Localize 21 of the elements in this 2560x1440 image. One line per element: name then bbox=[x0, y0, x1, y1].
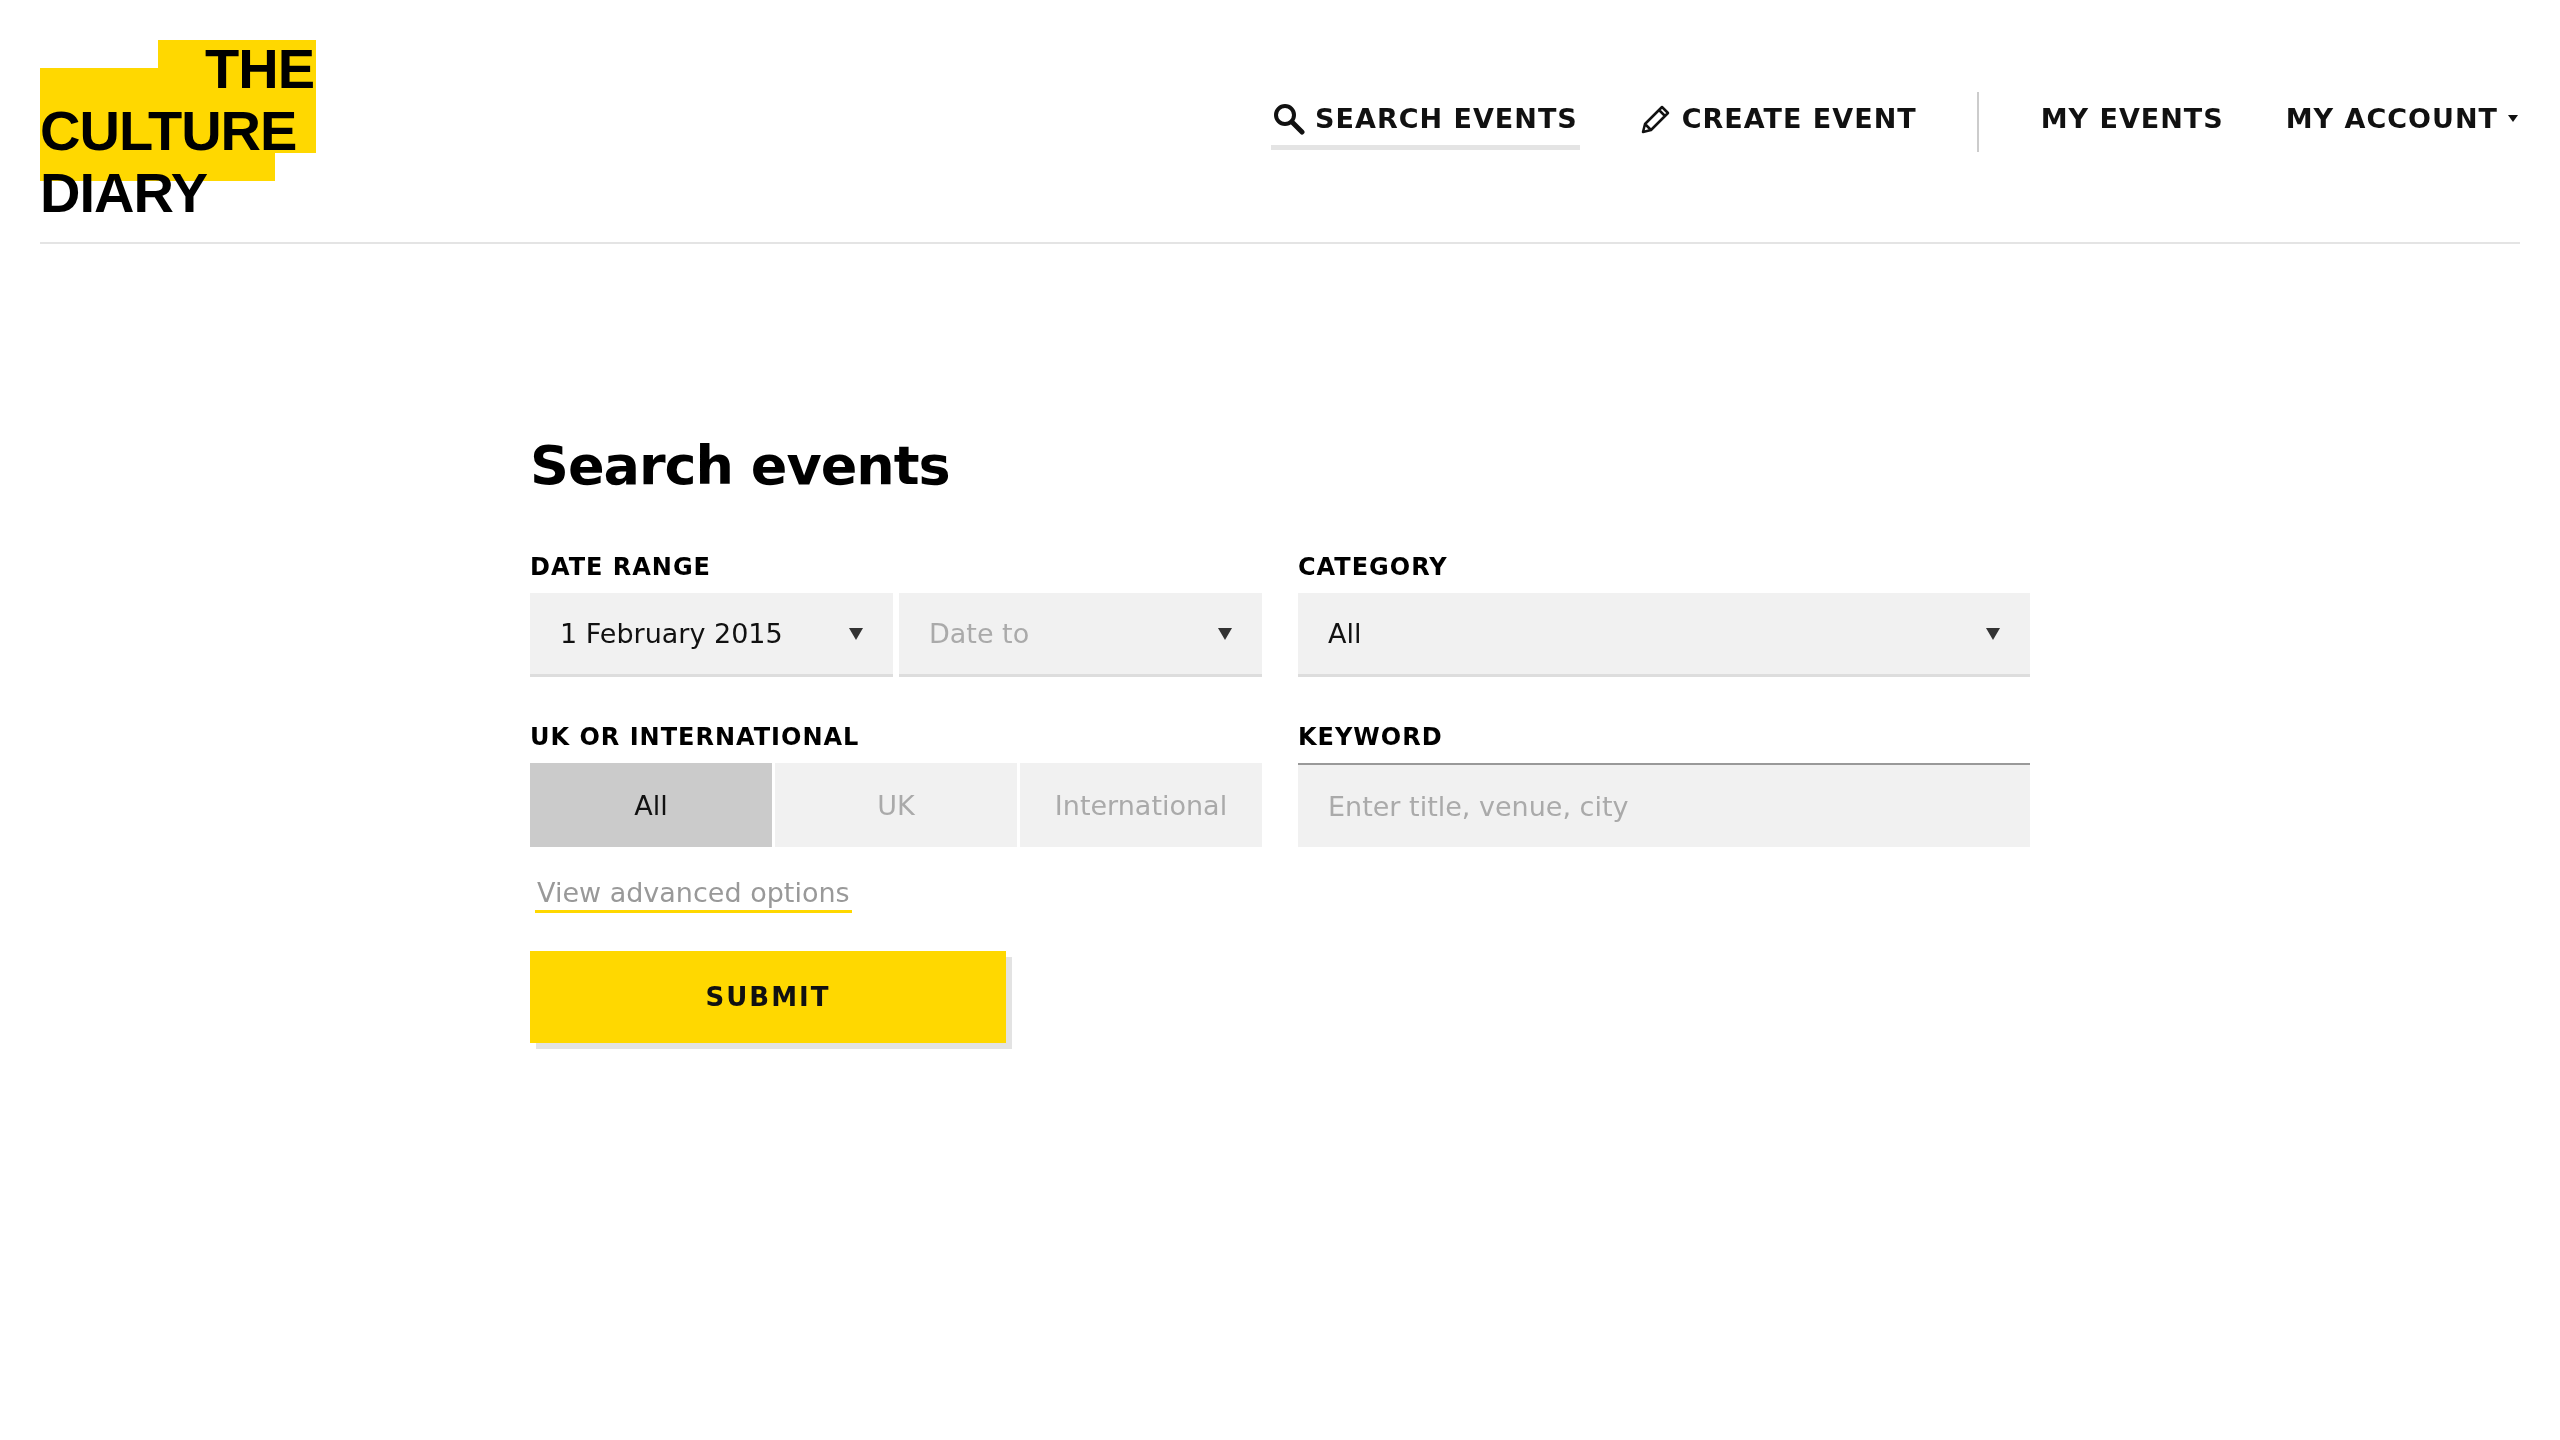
field-label: DATE RANGE bbox=[530, 553, 712, 581]
toggle-option[interactable]: All bbox=[530, 763, 772, 847]
logo-text: CULTURE bbox=[40, 100, 298, 162]
search-icon bbox=[1273, 102, 1306, 135]
nav-link[interactable]: CREATE EVENT bbox=[1637, 94, 1919, 150]
caret-icon bbox=[1218, 627, 1232, 640]
caret-icon bbox=[849, 627, 863, 640]
field-label: UK OR INTERNATIONAL bbox=[530, 723, 861, 751]
field-label: CATEGORY bbox=[1298, 553, 1449, 581]
nav-link[interactable]: MY EVENTS bbox=[2038, 95, 2226, 149]
category-select[interactable]: All bbox=[1298, 593, 2030, 677]
nav-link[interactable]: MY ACCOUNT bbox=[2283, 95, 2520, 149]
nav-link[interactable]: SEARCH EVENTS bbox=[1271, 94, 1580, 150]
field-label: KEYWORD bbox=[1298, 723, 1444, 751]
caret-icon bbox=[2508, 115, 2518, 122]
date-from-select[interactable]: 1 February 2015 bbox=[530, 593, 893, 677]
keyword-input[interactable]: Enter title, venue, city bbox=[1298, 763, 2030, 847]
caret-icon bbox=[1986, 627, 2000, 640]
page-title: Search events bbox=[530, 434, 951, 497]
logo-text: DIARY bbox=[40, 162, 209, 224]
logo-text: THE bbox=[205, 38, 314, 100]
